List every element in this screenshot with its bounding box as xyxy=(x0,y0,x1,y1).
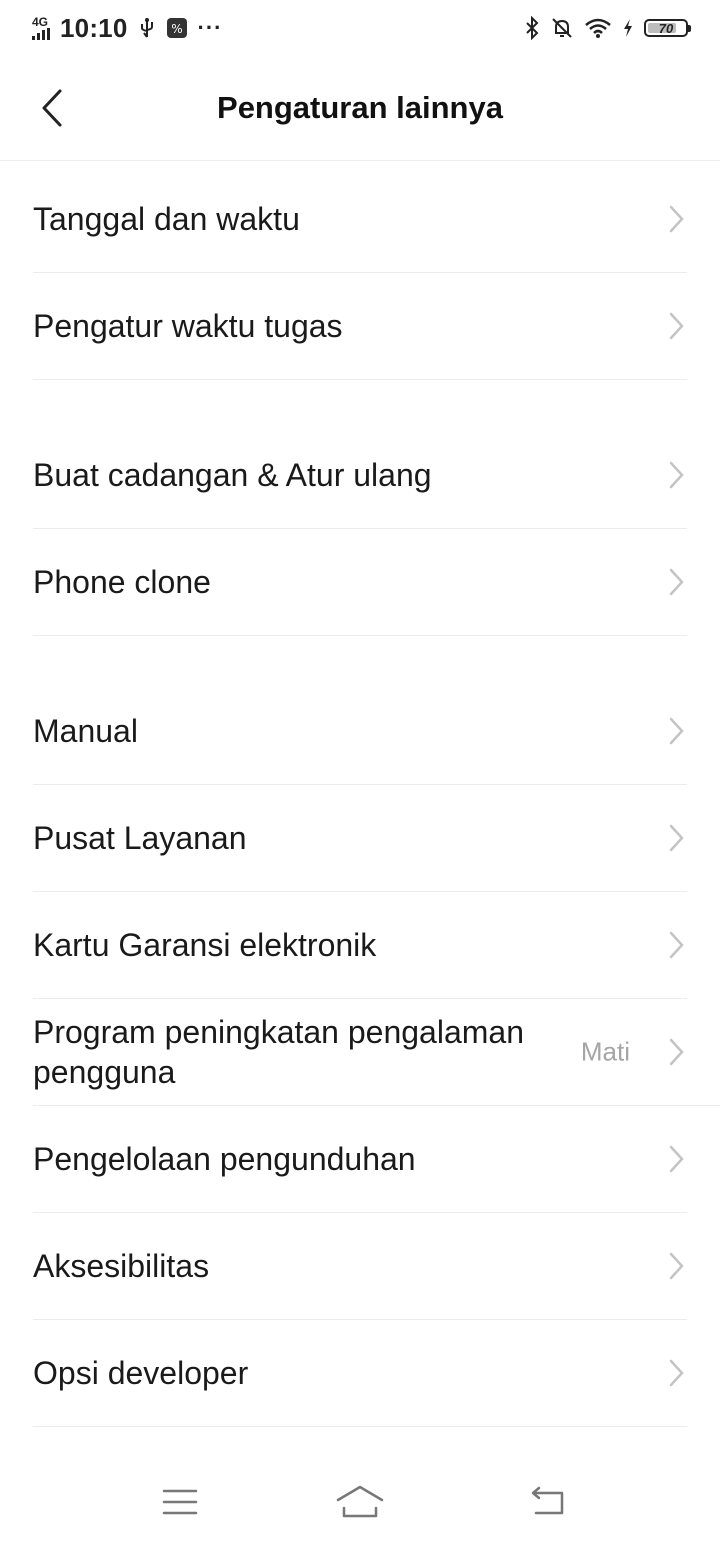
chevron-right-icon xyxy=(669,312,684,340)
menu-button[interactable] xyxy=(150,1482,210,1522)
title-bar: Pengaturan lainnya xyxy=(0,56,720,161)
return-icon xyxy=(531,1486,564,1515)
menu-icon xyxy=(162,1489,198,1515)
settings-item-date-time[interactable]: Tanggal dan waktu xyxy=(33,166,687,273)
status-right: 70 xyxy=(524,16,691,40)
more-notifications-icon: ··· xyxy=(197,15,223,40)
settings-item-backup-reset[interactable]: Buat cadangan & Atur ulang xyxy=(33,422,687,529)
settings-item-manual[interactable]: Manual xyxy=(33,678,687,785)
chevron-right-icon xyxy=(669,717,684,745)
settings-item-task-timer[interactable]: Pengatur waktu tugas xyxy=(33,273,687,380)
settings-item-phone-clone[interactable]: Phone clone xyxy=(33,529,687,636)
usb-icon xyxy=(140,18,153,38)
bluetooth-icon xyxy=(526,16,539,40)
settings-item-label: Phone clone xyxy=(33,564,211,600)
navigation-bar xyxy=(0,1460,720,1544)
signal-indicator: 4G xyxy=(32,16,50,40)
chevron-right-icon xyxy=(669,205,684,233)
status-left: 4G 10:10 % ··· xyxy=(32,13,222,44)
wifi-icon xyxy=(585,18,611,38)
settings-item-accessibility[interactable]: Aksesibilitas xyxy=(33,1213,687,1320)
chevron-right-icon xyxy=(669,824,684,852)
settings-item-label: Pusat Layanan xyxy=(33,820,247,856)
settings-item-warranty-card[interactable]: Kartu Garansi elektronik xyxy=(33,892,687,999)
settings-item-download-management[interactable]: Pengelolaan pengunduhan xyxy=(33,1106,687,1213)
settings-item-label: Pengatur waktu tugas xyxy=(33,308,343,344)
settings-list: Tanggal dan waktu Pengatur waktu tugas B… xyxy=(0,166,720,1427)
network-type: 4G xyxy=(32,15,49,29)
chevron-right-icon xyxy=(669,1359,684,1387)
battery-percent: 70 xyxy=(658,20,674,36)
chevron-right-icon xyxy=(669,931,684,959)
settings-item-label: Aksesibilitas xyxy=(33,1248,210,1284)
app-notification-icon: % xyxy=(166,18,187,38)
svg-text:%: % xyxy=(171,22,182,36)
settings-item-label: Buat cadangan & Atur ulang xyxy=(33,457,432,493)
settings-item-value: Mati xyxy=(580,1036,630,1067)
back-nav-button[interactable] xyxy=(518,1482,578,1522)
signal-bars-icon xyxy=(32,28,50,40)
status-bar: 4G 10:10 % ··· 70 xyxy=(0,0,720,56)
settings-item-label: Kartu Garansi elektronik xyxy=(33,927,377,963)
chevron-right-icon xyxy=(669,1145,684,1173)
home-icon xyxy=(336,1485,384,1518)
settings-item-label: Tanggal dan waktu xyxy=(33,201,300,237)
settings-item-user-experience-program[interactable]: Program peningkatan pengalaman pengguna … xyxy=(33,999,720,1106)
chevron-right-icon xyxy=(669,568,684,596)
chevron-right-icon xyxy=(669,1038,684,1066)
back-arrow-icon xyxy=(42,89,62,127)
settings-item-label: Pengelolaan pengunduhan xyxy=(33,1141,416,1177)
settings-item-label: Manual xyxy=(33,713,138,749)
chevron-right-icon xyxy=(669,461,684,489)
settings-item-developer-options[interactable]: Opsi developer xyxy=(33,1320,687,1427)
settings-item-label: Opsi developer xyxy=(33,1355,249,1391)
page-title: Pengaturan lainnya xyxy=(217,90,503,125)
home-button[interactable] xyxy=(330,1482,390,1522)
charging-icon xyxy=(624,19,632,37)
battery-icon: 70 xyxy=(644,19,691,37)
back-button[interactable] xyxy=(22,78,82,138)
mute-bell-icon xyxy=(552,18,572,38)
settings-item-service-center[interactable]: Pusat Layanan xyxy=(33,785,687,892)
chevron-right-icon xyxy=(669,1252,684,1280)
clock: 10:10 xyxy=(60,12,128,43)
